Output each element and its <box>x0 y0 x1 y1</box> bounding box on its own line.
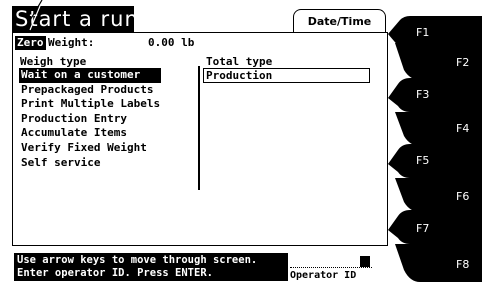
f4-key[interactable]: F4 <box>402 112 482 146</box>
f2-key[interactable]: F2 <box>402 44 482 80</box>
f6-key-label: F6 <box>456 190 470 203</box>
f4-key-label: F4 <box>456 122 470 135</box>
f7-key[interactable]: F7 <box>402 210 482 244</box>
f6-key[interactable]: F6 <box>402 178 482 212</box>
f2-key-label: F2 <box>456 56 470 69</box>
f7-key-label: F7 <box>416 222 430 235</box>
f3-key-label: F3 <box>416 88 430 101</box>
f8-key[interactable]: F8 <box>402 244 482 282</box>
f3-key[interactable]: F3 <box>402 78 482 112</box>
f5-key[interactable]: F5 <box>402 144 482 178</box>
f5-key-label: F5 <box>416 154 430 167</box>
f8-key-label: F8 <box>456 258 470 271</box>
f1-key-label: F1 <box>416 26 430 39</box>
